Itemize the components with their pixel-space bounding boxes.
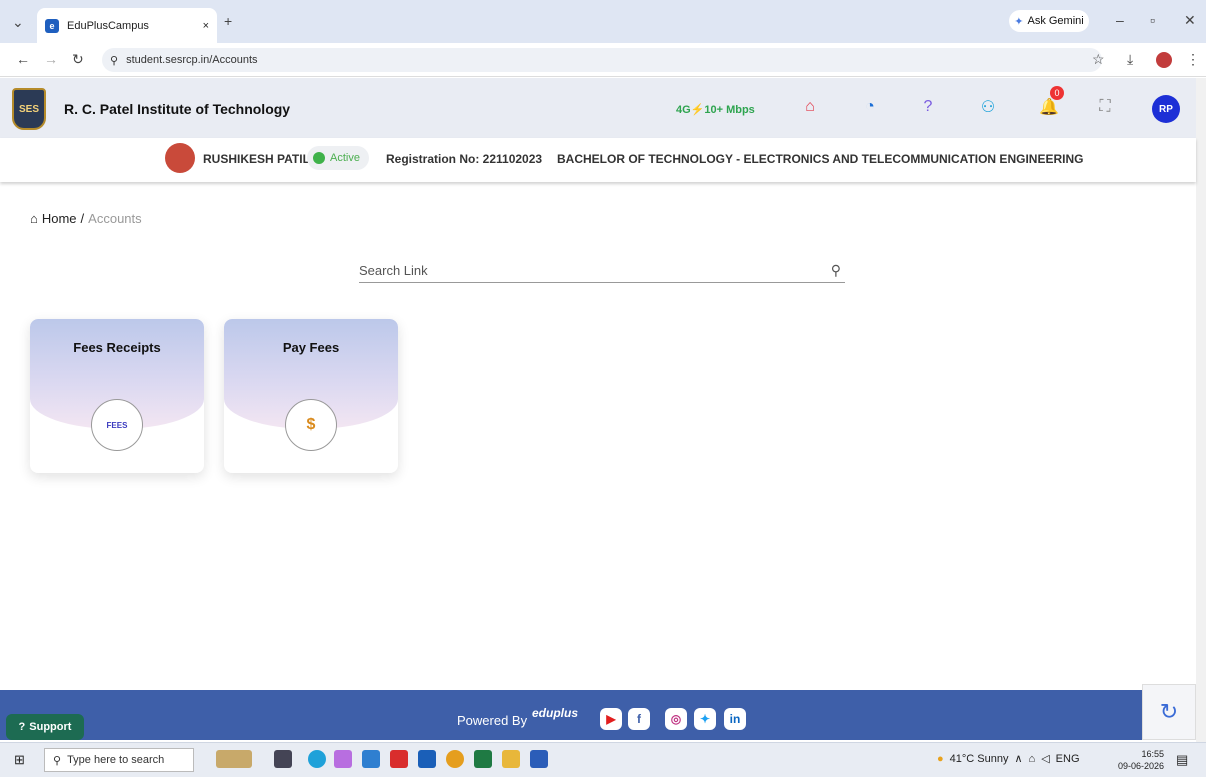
back-icon[interactable]: ← <box>16 51 30 67</box>
clock-time: 16:55 <box>1141 749 1165 759</box>
breadcrumb-separator: / <box>80 211 85 226</box>
menu-kebab-icon[interactable]: ⋮ <box>1186 51 1200 68</box>
ask-gemini-button[interactable]: ✦ Ask Gemini <box>1009 10 1089 32</box>
card-title: Fees Receipts <box>73 340 161 355</box>
chrome-icon[interactable] <box>446 750 464 768</box>
support-label: Support <box>29 721 72 733</box>
gemini-sparkle-icon: ✦ <box>1014 15 1024 28</box>
forward-icon[interactable]: → <box>44 51 58 67</box>
help-icon[interactable]: ? <box>917 96 939 118</box>
acrobat-icon[interactable] <box>390 750 408 768</box>
download-icon[interactable]: ⤓ <box>1127 51 1133 68</box>
volume-icon[interactable]: ◁ <box>1041 752 1049 765</box>
home-crumb-icon[interactable]: ⌂ <box>30 211 38 226</box>
receipt-icon: FEES <box>91 399 143 451</box>
help-circle-icon: ? <box>18 721 26 733</box>
status-dot-icon <box>313 152 325 164</box>
notification-center-icon[interactable]: ▤ <box>1176 752 1188 768</box>
language-label[interactable]: ENG <box>1056 753 1080 765</box>
eduplus-favicon-icon: e <box>45 18 59 33</box>
registration-number: Registration No: 221102023 <box>386 152 543 166</box>
taskbar-search-text: Type here to search <box>67 754 165 766</box>
taskbar-search[interactable]: ⚲ Type here to search <box>44 748 194 772</box>
clock-date: 09-06-2026 <box>1118 761 1165 771</box>
breadcrumb-home[interactable]: Home <box>42 211 77 226</box>
student-photo <box>165 143 195 173</box>
tab-title: EduPlusCampus <box>67 19 149 32</box>
program-name: BACHELOR OF TECHNOLOGY - ELECTRONICS AND… <box>557 152 1084 166</box>
institute-logo: SES <box>12 88 46 130</box>
tray-up-icon[interactable]: ∧ <box>1014 752 1022 765</box>
breadcrumb: ⌂ Home / Accounts <box>30 211 142 226</box>
url-text: student.sesrcp.in/Accounts <box>126 54 258 66</box>
app-icon[interactable] <box>362 750 380 768</box>
student-name: RUSHIKESH PATIL <box>203 152 310 166</box>
linkedin-icon[interactable]: in <box>724 708 746 730</box>
windows-start-icon[interactable]: ⊞ <box>14 752 25 768</box>
browser-tab[interactable]: e EduPlusCampus × <box>37 8 217 43</box>
store-icon[interactable] <box>418 750 436 768</box>
support-button[interactable]: ? Support <box>6 714 84 740</box>
user-avatar[interactable]: RP <box>1152 95 1180 123</box>
powered-by-text: Powered By <box>457 713 528 728</box>
breadcrumb-current: Accounts <box>88 211 142 226</box>
search-icon: ⚲ <box>53 754 62 767</box>
news-widget-icon[interactable] <box>216 750 252 768</box>
search-link-field: ⚲ <box>359 258 845 283</box>
page-footer <box>0 690 1196 740</box>
dashboard-gauge-icon[interactable]: ◔ <box>859 96 881 118</box>
fullscreen-icon[interactable]: ⛶ <box>1094 96 1116 118</box>
home-icon[interactable]: ⌂ <box>799 96 821 118</box>
network-speed: 4G⚡10+ Mbps <box>676 104 755 116</box>
youtube-icon[interactable]: ▶ <box>600 708 622 730</box>
edge-browser-icon[interactable] <box>308 750 326 768</box>
taskbar-clock[interactable]: 16:55 09-06-2026 <box>1118 748 1164 772</box>
profile-avatar-icon[interactable] <box>1156 52 1172 68</box>
notification-badge: 0 <box>1050 86 1064 100</box>
close-tab-icon[interactable]: × <box>203 20 209 32</box>
url-field[interactable]: ⚲ student.sesrcp.in/Accounts <box>102 48 1102 72</box>
weather-sun-icon: ● <box>937 752 944 765</box>
eduplus-logo: eduplus <box>532 706 579 720</box>
word-icon[interactable] <box>530 750 548 768</box>
minimize-icon[interactable]: – <box>1116 12 1124 28</box>
site-info-icon[interactable]: ⚲ <box>110 54 118 67</box>
coin-hand-icon: $ <box>285 399 337 451</box>
restore-icon[interactable]: ▫ <box>1150 12 1155 28</box>
instagram-icon[interactable]: ◎ <box>665 708 687 730</box>
search-input[interactable] <box>359 262 779 278</box>
pay-fees-card[interactable]: Pay Fees $ <box>224 319 398 473</box>
facebook-icon[interactable]: f <box>628 708 650 730</box>
close-window-icon[interactable]: ✕ <box>1184 12 1196 29</box>
reload-icon[interactable]: ↻ <box>72 51 84 68</box>
task-view-icon[interactable] <box>274 750 292 768</box>
recaptcha-icon[interactable]: ↻ <box>1142 684 1196 740</box>
institute-name: R. C. Patel Institute of Technology <box>64 101 291 117</box>
fees-receipts-card[interactable]: Fees Receipts FEES <box>30 319 204 473</box>
users-icon[interactable]: ⚇ <box>977 96 999 118</box>
status-badge: Active <box>307 146 369 170</box>
page-scrollbar[interactable] <box>1196 78 1206 742</box>
weather-text[interactable]: 41°C Sunny <box>950 753 1009 765</box>
bookmark-star-icon[interactable]: ☆ <box>1092 51 1105 68</box>
card-title: Pay Fees <box>282 340 340 355</box>
tab-search-icon[interactable]: ⌄ <box>12 14 24 31</box>
status-label: Active <box>330 152 360 164</box>
ask-gemini-label: Ask Gemini <box>1027 15 1084 27</box>
twitter-icon[interactable]: ✦ <box>694 708 716 730</box>
file-explorer-icon[interactable] <box>502 750 520 768</box>
excel-icon[interactable] <box>474 750 492 768</box>
network-icon[interactable]: ⌂ <box>1029 753 1036 765</box>
new-tab-button[interactable]: + <box>224 13 232 29</box>
copilot-icon[interactable] <box>334 750 352 768</box>
system-tray: ● 41°C Sunny ∧ ⌂ ◁ ENG <box>937 752 1080 766</box>
search-icon[interactable]: ⚲ <box>831 262 841 279</box>
